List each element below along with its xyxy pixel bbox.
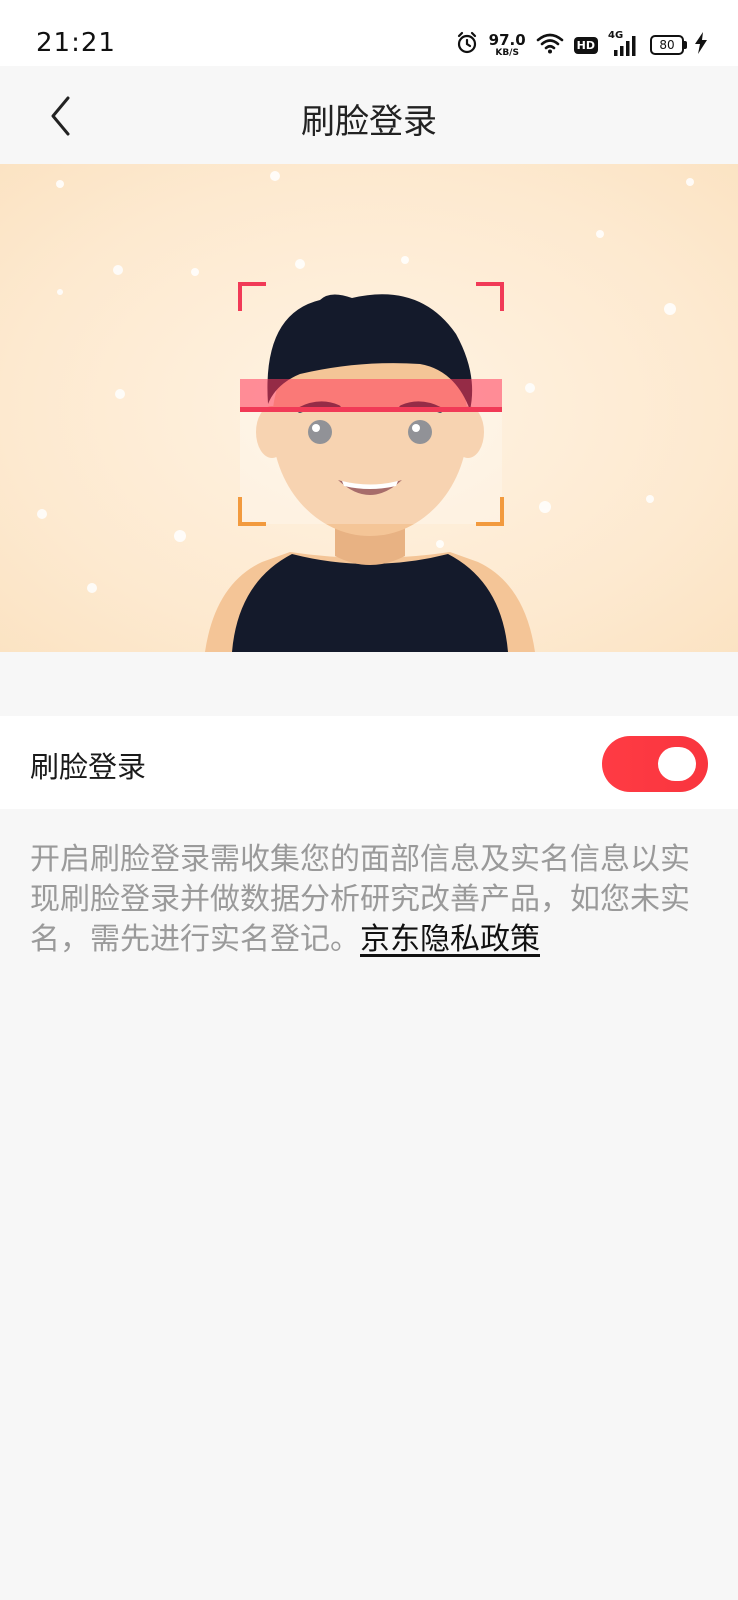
status-bar: 21:21 97.0 KB/S HD 4G 80 — [0, 0, 738, 66]
battery-icon: 80 — [650, 35, 687, 55]
net-speed: 97.0 KB/S — [488, 30, 526, 58]
face-login-setting-row: 刷脸登录 — [0, 716, 738, 809]
face-login-toggle[interactable] — [602, 736, 708, 792]
wifi-icon — [536, 32, 564, 58]
net-speed-value: 97.0 — [488, 30, 526, 49]
face-login-description: 开启刷脸登录需收集您的面部信息及实名信息以实现刷脸登录并做数据分析研究改善产品，… — [30, 840, 710, 960]
page-title: 刷脸登录 — [301, 102, 437, 142]
charging-icon — [694, 32, 708, 58]
alarm-icon — [455, 31, 479, 59]
face-login-label: 刷脸登录 — [30, 750, 147, 784]
net-speed-unit: KB/S — [495, 47, 519, 58]
toggle-knob — [658, 747, 696, 781]
hd-icon: HD — [573, 36, 598, 54]
signal-icon: 4G — [608, 30, 640, 57]
status-icons: 97.0 KB/S HD 4G 80 — [455, 30, 708, 60]
privacy-policy-link[interactable]: 京东隐私政策 — [360, 922, 540, 957]
hero-banner — [0, 164, 738, 652]
nav-bar: 刷脸登录 — [0, 66, 738, 164]
status-time: 21:21 — [36, 28, 116, 58]
face-scan-illustration — [37, 171, 694, 652]
